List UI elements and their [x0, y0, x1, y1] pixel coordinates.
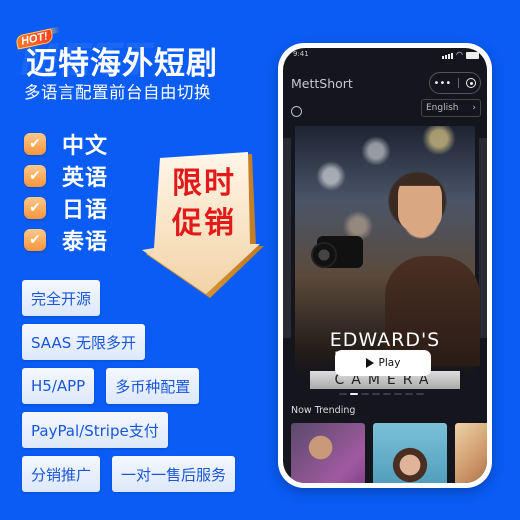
trending-item[interactable]	[373, 423, 447, 483]
feature-tag-saas: SAAS 无限多开	[22, 324, 146, 360]
check-icon: ✔	[24, 165, 46, 187]
mini-program-capsule[interactable]: •••	[429, 72, 481, 94]
feature-tag-multi-currency: 多币种配置	[106, 368, 200, 404]
trending-list	[291, 423, 487, 483]
carousel-dot[interactable]	[339, 393, 347, 395]
promo-text: 限时 促销	[140, 164, 268, 244]
language-list: ✔ 中文 ✔ 英语 ✔ 日语 ✔ 泰语	[24, 128, 108, 256]
chevron-right-icon: ›	[472, 103, 476, 113]
play-icon	[365, 358, 374, 368]
language-select[interactable]: English ›	[421, 99, 481, 117]
language-label: 中文	[62, 134, 109, 159]
check-icon: ✔	[24, 229, 46, 251]
language-label: 英语	[62, 166, 109, 191]
check-icon: ✔	[24, 197, 46, 219]
page-title: 迈特海外短剧	[26, 46, 218, 82]
language-label: 日语	[62, 198, 109, 223]
language-item-thai: ✔ 泰语	[24, 224, 108, 256]
section-title-now-trending: Now Trending	[291, 405, 356, 416]
search-icon[interactable]	[291, 106, 302, 117]
wifi-icon: ◠	[456, 50, 463, 59]
promo-line-1: 限时	[172, 166, 236, 201]
check-icon: ✔	[24, 133, 46, 155]
language-item-japanese: ✔ 日语	[24, 192, 108, 224]
carousel-indicator	[339, 393, 424, 395]
feature-tag-payment: PayPal/Stripe支付	[22, 412, 168, 448]
status-time: 9:41	[293, 50, 309, 58]
trending-item[interactable]	[291, 423, 365, 483]
carousel-dot[interactable]	[372, 393, 380, 395]
feature-tag-distribution: 分销推广	[22, 456, 101, 492]
promo-line-2: 促销	[172, 206, 236, 241]
banner-next-peek[interactable]	[479, 138, 487, 338]
carousel-dot[interactable]	[383, 393, 391, 395]
carousel-dot[interactable]	[350, 393, 358, 395]
signal-icon	[442, 53, 454, 59]
language-label: 泰语	[62, 230, 109, 255]
banner-person-head	[398, 174, 442, 232]
language-item-chinese: ✔ 中文	[24, 128, 108, 160]
feature-tag-h5-app: H5/APP	[22, 368, 95, 404]
feature-tag-support: 一对一售后服务	[112, 456, 236, 492]
carousel-dot[interactable]	[405, 393, 413, 395]
phone-screen: 9:41 ◠ MettShort ••• English › EDWARD'S …	[283, 48, 487, 483]
app-title: MettShort	[291, 76, 353, 91]
feature-tag-open-source: 完全开源	[22, 280, 101, 316]
page-subtitle: 多语言配置前台自由切换	[24, 83, 211, 102]
promo-arrow-badge: 限时 促销	[140, 150, 268, 300]
play-button[interactable]: Play	[335, 350, 431, 376]
banner-camera-lens	[311, 242, 337, 268]
battery-icon	[466, 52, 479, 59]
status-bar: 9:41 ◠	[283, 48, 487, 66]
phone-mockup: 9:41 ◠ MettShort ••• English › EDWARD'S …	[278, 43, 492, 488]
more-icon[interactable]: •••	[434, 78, 452, 89]
trending-item[interactable]	[455, 423, 487, 483]
carousel-dot[interactable]	[394, 393, 402, 395]
play-label: Play	[378, 357, 401, 369]
language-item-english: ✔ 英语	[24, 160, 108, 192]
close-target-icon[interactable]	[466, 78, 477, 88]
featured-banner[interactable]: EDWARD'S MAGIC CAMERA	[295, 126, 480, 389]
banner-prev-peek[interactable]	[283, 138, 291, 338]
language-select-value: English	[426, 103, 459, 113]
feature-tags: 完全开源 SAAS 无限多开 H5/APP 多币种配置 PayPal/Strip…	[22, 280, 236, 500]
carousel-dot[interactable]	[416, 393, 424, 395]
capsule-divider	[458, 78, 460, 88]
carousel-dot[interactable]	[361, 393, 369, 395]
